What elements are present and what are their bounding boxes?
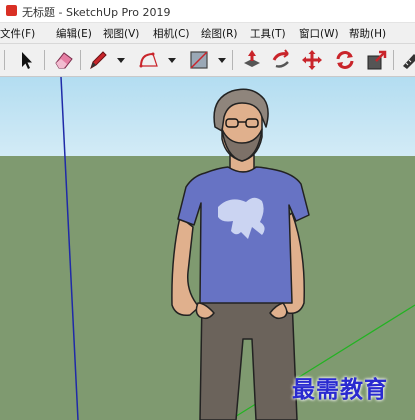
move-tool-icon[interactable] [300,48,324,72]
sketchup-app-icon [6,5,17,16]
large-tool-set-toolbar [0,44,415,77]
select-tool-icon[interactable] [14,48,38,72]
modeling-viewport[interactable] [0,77,415,420]
toolbar-separator [393,50,394,70]
menu-draw[interactable]: 绘图(R) [201,26,238,41]
push-pull-tool-icon[interactable] [240,48,264,72]
shapes-dropdown-arrow[interactable] [218,58,226,63]
rotate-tool-icon[interactable] [333,48,357,72]
toolbar-separator [232,50,233,70]
toolbar-separator [44,50,45,70]
menu-view[interactable]: 视图(V) [103,26,139,41]
menu-bar: 文件(F) 编辑(E) 视图(V) 相机(C) 绘图(R) 工具(T) 窗口(W… [0,23,415,44]
scale-tool-icon[interactable] [365,48,389,72]
follow-me-tool-icon[interactable] [270,48,294,72]
window-title: 无标题 - SketchUp Pro 2019 [22,6,171,19]
menu-window[interactable]: 窗口(W) [299,26,339,41]
arc-tool-dropdown-arrow[interactable] [168,58,176,63]
menu-help[interactable]: 帮助(H) [349,26,386,41]
menu-tools[interactable]: 工具(T) [250,26,286,41]
watermark-text: 最需教育 [292,376,388,403]
toolbar-separator [80,50,81,70]
rectangle-shape-tool-icon[interactable] [187,48,211,72]
tape-measure-tool-icon[interactable] [400,48,415,72]
eraser-tool-icon[interactable] [52,48,76,72]
toolbar-separator [4,50,5,70]
arc-tool-icon[interactable] [137,48,161,72]
pencil-line-tool-icon[interactable] [86,48,110,72]
title-bar: 无标题 - SketchUp Pro 2019 [0,0,415,23]
line-tool-dropdown-arrow[interactable] [117,58,125,63]
menu-file[interactable]: 文件(F) [0,26,35,41]
viewport-scene [0,77,415,420]
menu-camera[interactable]: 相机(C) [153,26,190,41]
menu-edit[interactable]: 编辑(E) [56,26,92,41]
